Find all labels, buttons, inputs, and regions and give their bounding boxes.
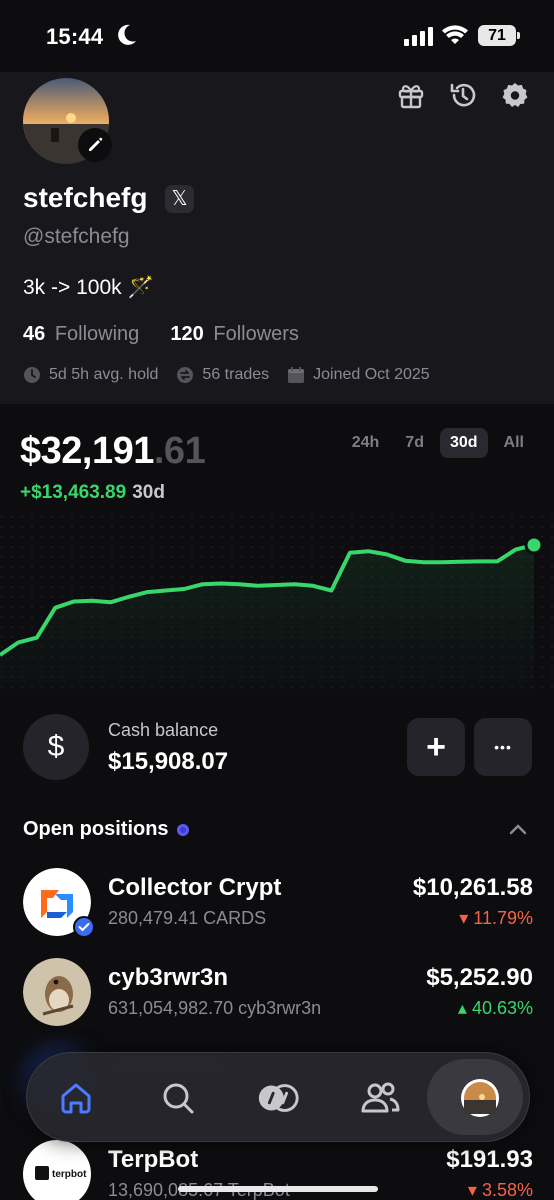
open-positions-header[interactable]: Open positions [23, 818, 189, 841]
nav-search[interactable] [155, 1075, 201, 1121]
cash-balance-card: $ Cash balance $15,908.07 + ••• [23, 714, 533, 780]
live-dot-icon [176, 823, 189, 836]
chart-current-point [524, 535, 544, 555]
follow-stats: 46 Following 120 Followers [23, 323, 299, 346]
position-name: cyb3rwr3n [108, 964, 229, 991]
history-icon[interactable] [448, 80, 478, 110]
profile-avatar [461, 1079, 499, 1117]
section-title: Open positions [23, 818, 169, 840]
following-link[interactable]: 46 Following [23, 323, 139, 345]
position-value: $10,261.58 [412, 874, 533, 901]
nav-coins[interactable] [255, 1075, 301, 1121]
wifi-icon [442, 25, 468, 44]
nav-social[interactable] [357, 1075, 403, 1121]
bottom-nav [26, 1052, 530, 1142]
signal-icon [404, 27, 433, 46]
position-change: ▴ 40.63% [457, 998, 533, 1018]
position-change: ▾ 11.79% [459, 908, 533, 928]
gain-period: 30d [132, 482, 165, 503]
home-icon [61, 1083, 91, 1114]
x-verified-icon[interactable]: 𝕏 [165, 185, 194, 213]
users-icon [361, 1082, 400, 1113]
balance-cents: .61 [153, 430, 206, 472]
join-date: Joined Oct 2025 [287, 366, 430, 384]
balance-main: $32,191 [20, 430, 154, 472]
position-row[interactable]: Collector Crypt 280,479.41 CARDS $10,261… [23, 868, 533, 938]
moon-icon [118, 24, 136, 45]
coins-icon [258, 1084, 299, 1112]
plus-icon: + [426, 728, 446, 766]
position-qty: 631,054,982.70 cyb3rwr3n [108, 998, 322, 1018]
portfolio-gain: +$13,463.89 30d [20, 482, 165, 504]
terpbot-logo-text: terpbot [52, 1169, 87, 1180]
portfolio-chart[interactable] [0, 515, 554, 695]
bio: 3k -> 100k 🪄 [23, 276, 154, 299]
settings-icon[interactable] [500, 80, 530, 110]
clock-icon [24, 367, 40, 383]
range-all[interactable]: All [494, 428, 534, 458]
following-label: Following [54, 323, 140, 345]
swap-icon [177, 367, 194, 383]
search-icon [163, 1083, 194, 1114]
gain-amount: +$13,463.89 [20, 482, 127, 503]
deposit-button[interactable]: + [407, 718, 465, 776]
gift-icon[interactable] [396, 80, 426, 110]
chevron-up-icon[interactable] [508, 820, 528, 840]
nav-profile[interactable] [457, 1075, 503, 1121]
more-button[interactable]: ••• [474, 718, 532, 776]
nav-home[interactable] [53, 1075, 99, 1121]
position-change: ▾ 3.58% [467, 1180, 533, 1200]
position-qty: 280,479.41 CARDS [108, 908, 267, 928]
position-name: Collector Crypt [108, 874, 282, 901]
cyb3rwr3n-logo [23, 958, 91, 1026]
cash-label: Cash balance [108, 720, 219, 740]
portfolio-balance: $32,191.61 [20, 430, 206, 473]
home-indicator [178, 1186, 378, 1192]
position-value: $5,252.90 [426, 964, 533, 991]
username: stefchefg [23, 182, 148, 213]
position-name: TerpBot [108, 1146, 199, 1173]
followers-count: 120 [170, 323, 204, 345]
avg-hold: 5d 5h avg. hold [23, 366, 158, 384]
profile-header: stefchefg 𝕏 @stefchefg 3k -> 100k 🪄 46 F… [0, 72, 554, 404]
profile-meta: 5d 5h avg. hold 56 trades Joined Oct 202… [23, 366, 430, 384]
edit-avatar-button[interactable] [78, 128, 112, 162]
status-time: 15:44 [46, 24, 104, 49]
pencil-icon [89, 137, 103, 151]
trade-count: 56 trades [176, 366, 269, 384]
cash-value: $15,908.07 [108, 748, 229, 775]
position-value: $191.93 [446, 1146, 533, 1173]
followers-link[interactable]: 120 Followers [170, 323, 299, 345]
status-bar: 15:44 71 [0, 0, 554, 72]
user-handle: @stefchefg [23, 225, 130, 248]
range-30d[interactable]: 30d [439, 428, 488, 458]
profile-actions [396, 80, 530, 110]
following-count: 46 [23, 323, 46, 345]
range-7d[interactable]: 7d [395, 428, 434, 458]
calendar-icon [288, 367, 305, 383]
time-range-selector: 24h 7d 30d All [342, 428, 534, 458]
verified-badge-icon [73, 916, 95, 938]
dollar-icon: $ [23, 714, 89, 780]
terpbot-logo: terpbot [23, 1140, 91, 1200]
position-row[interactable]: cyb3rwr3n 631,054,982.70 cyb3rwr3n $5,25… [23, 958, 533, 1026]
followers-label: Followers [213, 323, 299, 345]
battery-indicator: 71 [478, 25, 520, 46]
range-24h[interactable]: 24h [342, 428, 390, 458]
more-icon: ••• [494, 739, 512, 755]
